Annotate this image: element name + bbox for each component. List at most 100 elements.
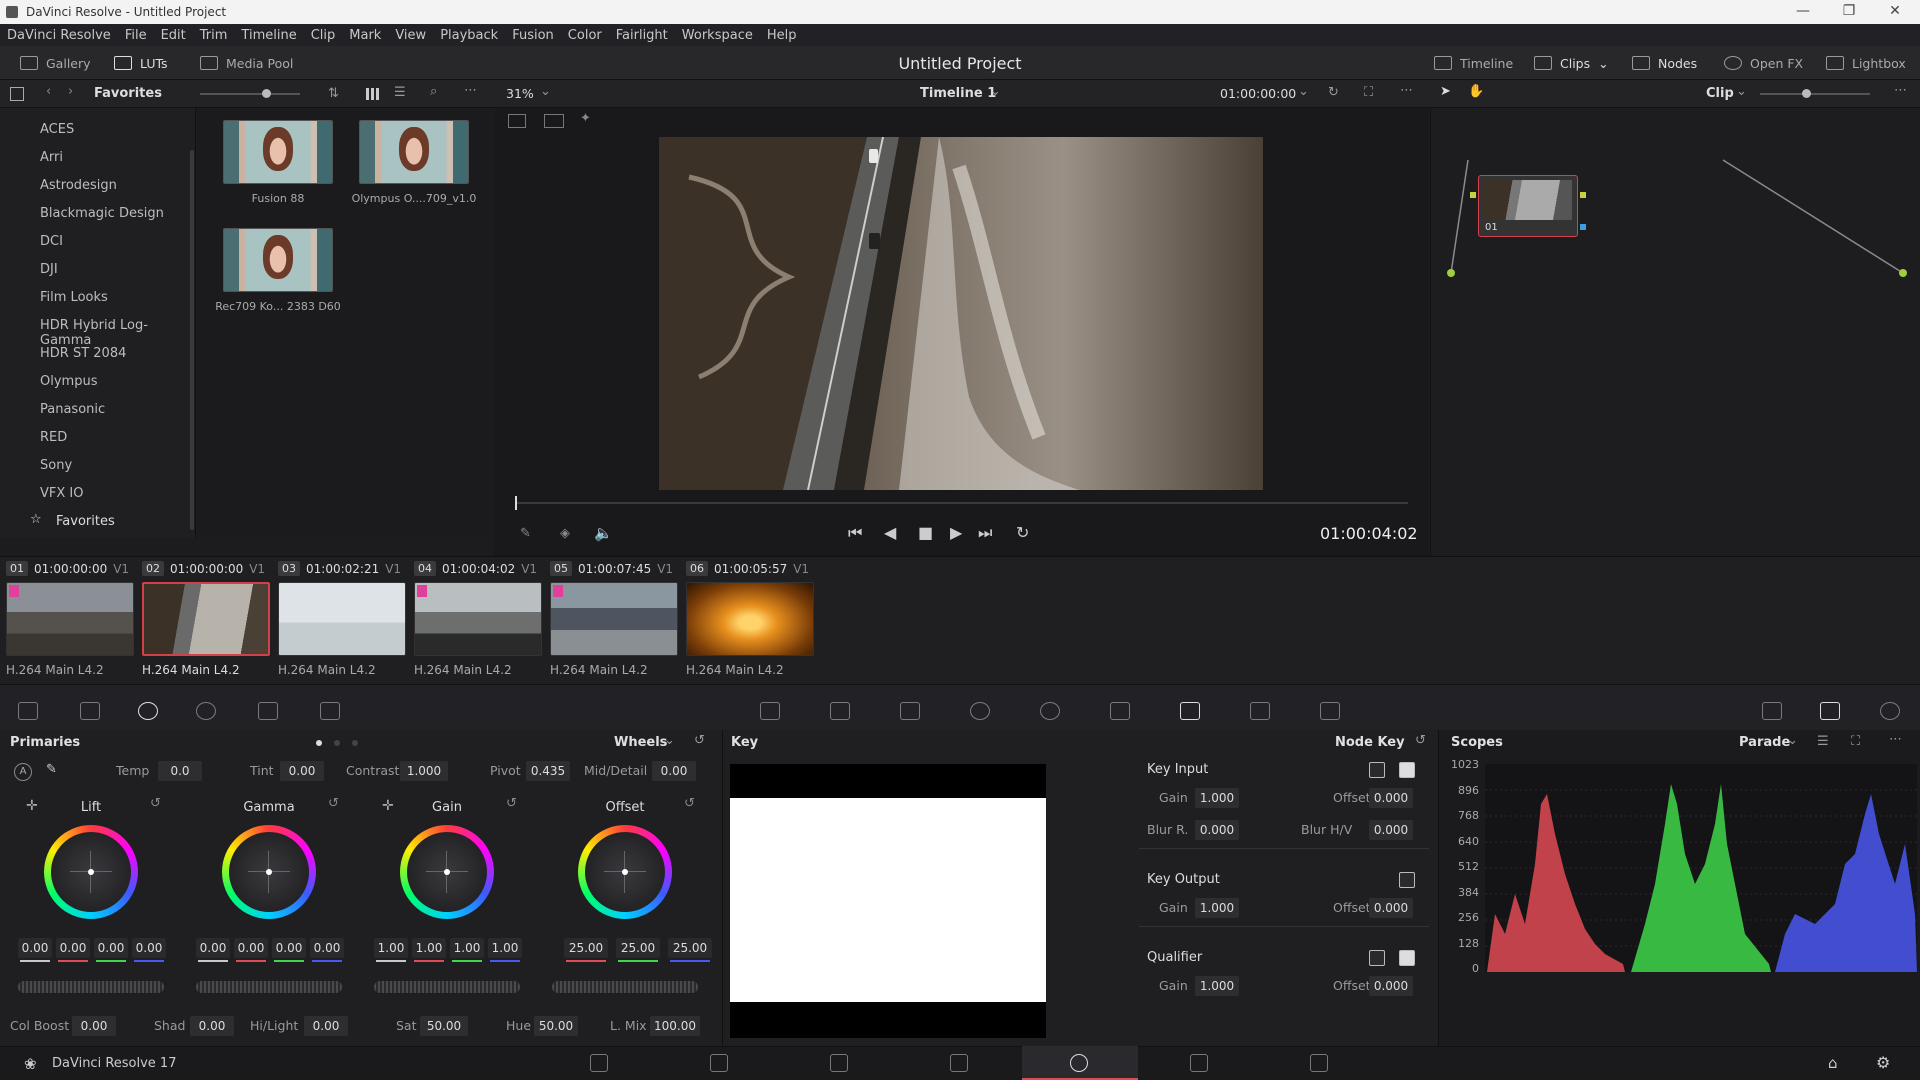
middetail-field[interactable]: 0.00 (652, 761, 696, 781)
home-icon[interactable]: ⌂ (1828, 1054, 1838, 1072)
search-icon[interactable]: ⌕ (430, 84, 437, 99)
menu-item[interactable]: Color (561, 28, 609, 43)
hdr-wheels-icon[interactable] (196, 702, 216, 720)
lmix-field[interactable]: 100.00 (650, 1016, 700, 1036)
3d-icon[interactable] (1320, 702, 1340, 720)
menu-item[interactable]: Fairlight (609, 28, 675, 43)
go-to-start-icon[interactable]: ⏮ (848, 523, 862, 543)
shad-field[interactable]: 0.00 (190, 1016, 234, 1036)
node-output-port[interactable] (1580, 192, 1586, 198)
tracker-icon[interactable] (1040, 702, 1060, 720)
media-page-icon[interactable] (590, 1054, 608, 1072)
pointer-icon[interactable]: ➤ (1440, 84, 1451, 99)
menu-item[interactable]: Playback (433, 28, 505, 43)
page-dot-active[interactable] (316, 740, 322, 746)
sat-field[interactable]: 50.00 (420, 1016, 468, 1036)
color-warper-icon[interactable] (830, 702, 850, 720)
restore-icon[interactable]: ❐ (1826, 0, 1872, 24)
key-reset-icon[interactable]: ↺ (1415, 733, 1426, 748)
settings-gear-icon[interactable]: ⚙ (1876, 1053, 1890, 1072)
info-icon[interactable] (1880, 702, 1900, 720)
blur-hv-field[interactable]: 0.000 (1369, 820, 1413, 840)
clip-thumbnail[interactable] (686, 582, 814, 656)
node-mode-selector[interactable]: Clip (1706, 86, 1734, 101)
timecode-chevron-icon[interactable]: ⌄ (1298, 84, 1309, 99)
camera-raw-icon[interactable] (18, 702, 38, 720)
lut-category-item[interactable]: Sony (40, 458, 72, 473)
menu-item[interactable]: Mark (342, 28, 388, 43)
nodes-button[interactable]: Nodes (1632, 46, 1697, 80)
lut-thumb[interactable] (359, 120, 469, 184)
wheel-value-field[interactable]: 1.00 (450, 938, 484, 958)
open-fx-button[interactable]: Open FX (1724, 46, 1803, 80)
timeline-selector[interactable]: Timeline 1 (920, 86, 996, 101)
lut-category-item[interactable]: HDR Hybrid Log-Gamma (40, 318, 195, 348)
wheel-value-field[interactable]: 25.00 (564, 938, 608, 958)
qualifier-mask-checkbox[interactable] (1399, 950, 1415, 966)
wheel-value-field[interactable]: 0.00 (56, 938, 90, 958)
zoom-level[interactable]: 31% (506, 86, 534, 101)
blur-r-field[interactable]: 0.000 (1195, 820, 1239, 840)
clip-thumbnail[interactable] (6, 582, 134, 656)
node-options-icon[interactable]: ⋯ (1894, 83, 1907, 98)
loop-playback-icon[interactable]: ↻ (1016, 523, 1029, 542)
lut-category-item[interactable]: VFX IO (40, 486, 83, 501)
master-wheel[interactable] (374, 981, 520, 993)
wheel-value-field[interactable]: 0.00 (94, 938, 128, 958)
lut-thumb[interactable] (223, 120, 333, 184)
wheel-value-field[interactable]: 1.00 (488, 938, 522, 958)
go-to-end-icon[interactable]: ⏭ (978, 523, 992, 543)
color-page-icon[interactable] (1070, 1054, 1088, 1072)
qualifier-gain-field[interactable]: 1.000 (1195, 976, 1239, 996)
menu-item[interactable]: Edit (154, 28, 193, 43)
wheel-reset-icon[interactable]: ↺ (328, 796, 339, 811)
wheel-value-field[interactable]: 0.00 (196, 938, 230, 958)
node-zoom-slider[interactable] (1760, 93, 1870, 95)
close-icon[interactable]: ✕ (1872, 0, 1918, 24)
stop-icon[interactable]: ■ (918, 523, 933, 542)
node-zoom-handle[interactable] (1802, 89, 1811, 98)
wheel-picker-icon[interactable]: ✛ (382, 798, 394, 814)
play-icon[interactable]: ▶ (950, 523, 962, 542)
timeline-button[interactable]: Timeline (1434, 46, 1513, 80)
color-wheel[interactable] (578, 825, 672, 919)
menu-item[interactable]: Trim (193, 28, 235, 43)
sidebar-toggle-icon[interactable] (10, 87, 24, 101)
tint-field[interactable]: 0.00 (280, 761, 324, 781)
key-input-gain-field[interactable]: 1.000 (1195, 788, 1239, 808)
lut-category-item[interactable]: Olympus (40, 374, 97, 389)
keyframes-icon[interactable] (1762, 702, 1782, 720)
menu-item[interactable]: File (118, 28, 154, 43)
menu-item[interactable]: Clip (304, 28, 343, 43)
fairlight-page-icon[interactable] (1190, 1054, 1208, 1072)
clip-thumbnail[interactable] (550, 582, 678, 656)
lut-category-item[interactable]: HDR ST 2084 (40, 346, 126, 361)
split-screen-icon[interactable] (544, 114, 564, 128)
menu-item[interactable]: View (388, 28, 433, 43)
wheel-reset-icon[interactable]: ↺ (684, 796, 695, 811)
key-output-invert-checkbox[interactable] (1399, 872, 1415, 888)
primaries-mode[interactable]: Wheels (614, 735, 667, 750)
qualifier-invert-checkbox[interactable] (1369, 950, 1385, 966)
lut-category-item[interactable]: DCI (40, 234, 63, 249)
color-match-icon[interactable] (80, 702, 100, 720)
minimize-icon[interactable]: — (1780, 0, 1826, 24)
clip-thumbnail[interactable] (278, 582, 406, 656)
qualifier-offset-field[interactable]: 0.000 (1369, 976, 1413, 996)
viewer-frame[interactable] (659, 137, 1263, 490)
lut-thumb[interactable] (223, 228, 333, 292)
layers-icon[interactable]: ◈ (560, 526, 570, 541)
edit-page-icon[interactable] (830, 1054, 848, 1072)
menu-item[interactable]: Fusion (505, 28, 561, 43)
fullscreen-icon[interactable]: ⛶ (1364, 85, 1373, 100)
wheel-value-field[interactable]: 0.00 (234, 938, 268, 958)
thumb-size-slider[interactable] (200, 93, 300, 95)
master-wheel[interactable] (196, 981, 342, 993)
lightbox-button[interactable]: Lightbox (1826, 46, 1906, 80)
node-mode-chevron-icon[interactable]: ⌄ (1736, 84, 1747, 99)
motion-effects-icon[interactable] (320, 702, 340, 720)
hand-icon[interactable]: ✋ (1468, 84, 1484, 99)
viewer-mode-icon[interactable] (508, 114, 526, 128)
scopes-mode[interactable]: Parade (1739, 735, 1790, 750)
volume-icon[interactable]: 🔈 (594, 524, 613, 542)
